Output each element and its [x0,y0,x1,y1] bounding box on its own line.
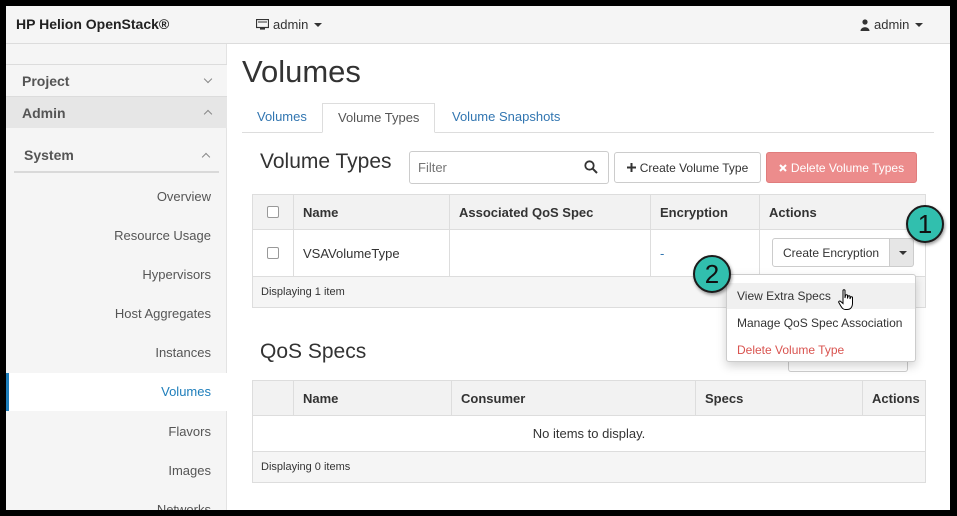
project-menu[interactable]: admin [256,17,323,32]
top-navbar: HP Helion OpenStack® admin admin [6,6,950,44]
volume-types-heading: Volume Types [260,150,392,173]
caret-down-icon [915,22,924,27]
create-encryption-button[interactable]: Create Encryption [772,238,891,267]
step-badge-1: 1 [906,205,944,243]
close-icon [779,163,787,172]
chevron-up-icon [203,109,213,119]
menu-item-view-extra-specs[interactable]: View Extra Specs [727,283,915,309]
column-header-actions: Actions [759,195,925,229]
select-all-checkbox[interactable] [267,206,279,218]
cell-name: VSAVolumeType [293,230,449,276]
user-menu[interactable]: admin [860,17,924,32]
sidebar-item-instances[interactable]: Instances [6,334,227,372]
qos-specs-heading: QoS Specs [260,340,367,363]
tab-volume-snapshots[interactable]: Volume Snapshots [437,103,575,133]
column-header-name[interactable]: Name [293,195,449,229]
menu-item-delete-volume-type[interactable]: Delete Volume Type [727,337,915,363]
user-icon [860,18,870,31]
monitor-icon [256,19,269,30]
sidebar-group-label: Project [22,72,70,89]
sidebar-group-admin[interactable]: Admin [6,96,227,128]
row-actions-menu: View Extra Specs Manage QoS Spec Associa… [726,274,916,362]
page-title: Volumes [242,54,361,89]
browser-viewport: HP Helion OpenStack® admin admin Project… [6,6,950,510]
row-checkbox[interactable] [267,247,279,259]
filter-box [409,151,609,184]
delete-volume-types-label: Delete Volume Types [790,160,905,175]
tab-volume-types[interactable]: Volume Types [322,103,436,133]
create-volume-type-label: Create Volume Type [639,160,749,175]
chevron-up-icon [201,152,211,161]
chevron-down-icon [203,74,213,83]
sidebar: Project Admin System Overview Resource U… [6,44,227,510]
column-header-encryption[interactable]: Encryption [650,195,759,229]
project-menu-label: admin [273,17,309,32]
tab-volumes[interactable]: Volumes [242,103,322,133]
table-header-row: Name Associated QoS Spec Encryption Acti… [253,195,925,230]
table-header-row: Name Consumer Specs Actions [253,381,925,416]
sidebar-item-resource-usage[interactable]: Resource Usage [6,217,227,255]
sidebar-item-host-aggregates[interactable]: Host Aggregates [6,295,227,333]
qos-specs-table: Name Consumer Specs Actions No items to … [252,380,926,483]
sidebar-item-images[interactable]: Images [6,452,227,490]
filter-input[interactable] [410,152,570,183]
sidebar-group-system[interactable]: System [14,139,219,173]
user-menu-label: admin [874,17,910,32]
cell-qos-spec [449,230,650,276]
table-footer: Displaying 0 items [253,452,925,482]
hand-cursor-icon [838,289,853,310]
plus-icon [626,163,636,172]
caret-down-icon [898,250,907,255]
menu-item-manage-qos-spec-association[interactable]: Manage QoS Spec Association [727,310,915,336]
sidebar-item-networks[interactable]: Networks [6,491,227,510]
empty-table-message: No items to display. [253,416,925,452]
tab-bar: Volumes Volume Types Volume Snapshots [242,103,934,133]
sidebar-group-project[interactable]: Project [6,64,227,96]
column-header-qos-spec[interactable]: Associated QoS Spec [449,195,650,229]
row-actions-group: Create Encryption [772,238,915,267]
delete-volume-types-button[interactable]: Delete Volume Types [766,152,917,183]
column-header-consumer[interactable]: Consumer [451,381,695,415]
sidebar-group-label: System [24,147,74,163]
create-volume-type-button[interactable]: Create Volume Type [614,152,761,183]
column-header-specs[interactable]: Specs [695,381,862,415]
sidebar-item-hypervisors[interactable]: Hypervisors [6,256,227,294]
sidebar-item-overview[interactable]: Overview [6,178,227,216]
search-icon[interactable] [584,160,598,174]
brand-logo[interactable]: HP Helion OpenStack® [16,16,169,32]
column-header-name[interactable]: Name [293,381,451,415]
step-badge-2: 2 [693,255,731,293]
sidebar-group-label: Admin [22,104,66,121]
column-header-actions: Actions [862,381,925,415]
sidebar-item-flavors[interactable]: Flavors [6,413,227,451]
sidebar-item-volumes[interactable]: Volumes [6,373,227,411]
row-actions-dropdown-toggle[interactable] [890,238,915,267]
caret-down-icon [314,22,323,27]
